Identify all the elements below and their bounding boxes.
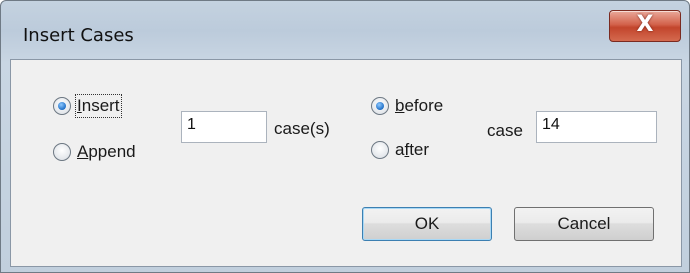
close-button[interactable]: X [609, 10, 681, 42]
before-label-rest: efore [404, 96, 444, 115]
title-bar[interactable]: Insert Cases X [1, 1, 689, 59]
append-radio[interactable]: Append [53, 142, 136, 162]
after-label-rest: ter [409, 140, 430, 159]
close-icon: X [636, 12, 654, 37]
after-radio-label: after [395, 140, 429, 160]
case-count-suffix: case(s) [274, 119, 330, 138]
cancel-button[interactable]: Cancel [514, 207, 654, 241]
target-case-label: case [487, 121, 523, 140]
append-mnemonic: A [77, 142, 89, 161]
after-radio[interactable]: after [371, 140, 429, 160]
after-radio-indicator[interactable] [371, 141, 389, 159]
insert-label-rest: nsert [81, 96, 120, 115]
ok-button[interactable]: OK [362, 207, 492, 241]
insert-cases-dialog: Insert Cases X Insert Append 1 case(s) b… [0, 0, 690, 273]
dialog-body: Insert Append 1 case(s) before after cas… [10, 59, 682, 267]
insert-radio[interactable]: Insert [53, 94, 122, 118]
case-count-input[interactable]: 1 [181, 111, 267, 143]
target-case-input[interactable]: 14 [536, 111, 657, 143]
append-radio-label: Append [77, 142, 136, 162]
before-radio[interactable]: before [371, 96, 443, 116]
dialog-title: Insert Cases [23, 25, 134, 46]
insert-radio-label: Insert [75, 94, 122, 118]
before-radio-indicator[interactable] [371, 97, 389, 115]
insert-radio-indicator[interactable] [53, 97, 71, 115]
append-radio-indicator[interactable] [53, 143, 71, 161]
before-radio-label: before [395, 96, 443, 116]
append-label-rest: ppend [88, 142, 136, 161]
